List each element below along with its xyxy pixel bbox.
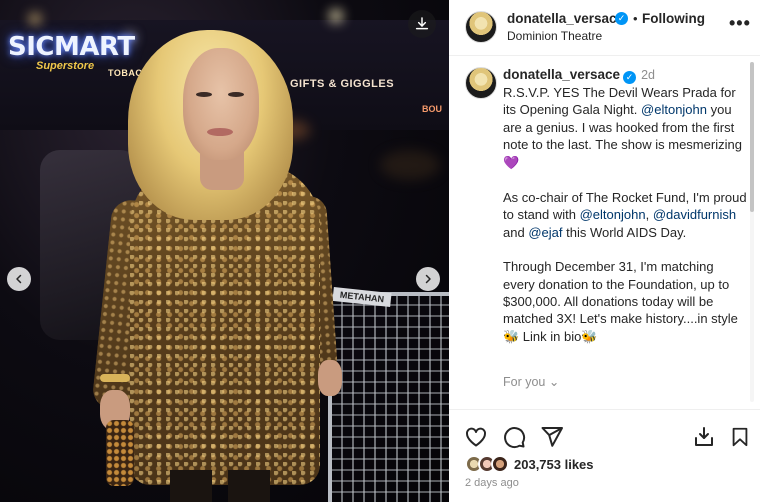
download-to-device-button[interactable] [691,424,717,450]
street-light [330,10,342,22]
caption-time[interactable]: 2d [641,68,655,82]
post-actions [449,420,760,452]
mention-link[interactable]: @davidfurnish [653,207,736,222]
person-face [183,48,259,160]
chevron-left-icon [16,274,22,284]
mention-link[interactable]: @eltonjohn [641,102,707,117]
verified-badge-icon: ✓ [623,71,637,84]
person-bracelet [100,374,130,382]
like-button[interactable] [463,424,489,450]
post-photo[interactable]: SICMART Superstore TOBACCO • VAPE GIFTS … [0,0,449,502]
caption-paragraph: As co-chair of The Rocket Fund, I'm prou… [503,189,748,241]
person-lips [207,128,233,136]
next-photo-button[interactable] [416,267,440,291]
header-username[interactable]: donatella_versace [507,11,624,26]
caption-paragraph: R.S.V.P. YES The Devil Wears Prada for i… [503,84,748,172]
street-light [380,150,440,180]
caption-fragment: Through December 31, I'm matching every … [503,259,738,327]
person-eye [228,92,244,97]
caption-paragraph: Through December 31, I'm matching every … [503,258,748,346]
download-tray-icon [695,427,713,446]
location-link[interactable]: Dominion Theatre [507,29,602,43]
likes-count[interactable]: 203,753 likes [514,457,594,472]
bookmark-icon [732,427,748,447]
street-light [30,14,40,24]
verified-badge-icon: ✓ [615,12,628,25]
person-eye [196,92,212,97]
post-header: donatella_versace ✓ • Following Dominion… [449,0,760,56]
bee-emoji: 🐝 [503,329,520,345]
save-button[interactable] [727,424,753,450]
caption-text: R.S.V.P. YES The Devil Wears Prada for i… [503,84,748,363]
download-button[interactable] [408,10,436,38]
bee-emoji: 🐝 [581,329,598,345]
post-side-panel: donatella_versace ✓ • Following Dominion… [449,0,760,502]
store-sign-sub: Superstore [36,60,95,72]
send-icon [541,427,563,447]
comment-button[interactable] [501,424,527,450]
previous-photo-button[interactable] [7,267,31,291]
purple-heart-emoji: 💜 [503,155,520,171]
caption-section: donatella_versace ✓ 2d R.S.V.P. YES The De… [449,56,760,410]
caption-fragment: and [503,224,529,240]
person-legs [160,470,280,502]
chevron-right-icon [425,274,431,284]
comments-scrollbar[interactable] [750,62,754,402]
caption-header: donatella_versace ✓ 2d [503,66,655,84]
download-icon [415,17,429,30]
likes-summary[interactable]: 203,753 likes [465,454,594,474]
caption-fragment: Link in bio [519,328,582,344]
following-button[interactable]: Following [642,11,705,26]
clutch-bag [106,420,134,486]
post-date[interactable]: 2 days ago [465,477,519,489]
avatar[interactable] [465,67,497,99]
more-options-icon[interactable]: ••• [729,13,751,34]
for-you-toggle[interactable]: For you ⌄ [503,374,559,389]
metal-barrier [328,292,449,502]
heart-icon [466,427,486,447]
caption-fragment: , [645,207,653,223]
comment-icon [504,427,526,449]
caption-username[interactable]: donatella_versace [503,67,620,82]
person-hand-right [318,360,342,396]
store-sign-boutique: BOU [422,104,442,114]
mention-link[interactable]: @ejaf [528,225,562,240]
follow-separator: • [633,11,638,26]
avatar[interactable] [465,11,497,43]
caption-fragment: this World AIDS Day. [562,224,687,240]
liker-avatar [491,455,509,473]
store-sign-gifts: GIFTS & GIGGLES [290,78,395,90]
mention-link[interactable]: @eltonjohn [580,207,646,222]
share-button[interactable] [539,424,565,450]
store-sign: SICMART [8,32,135,62]
